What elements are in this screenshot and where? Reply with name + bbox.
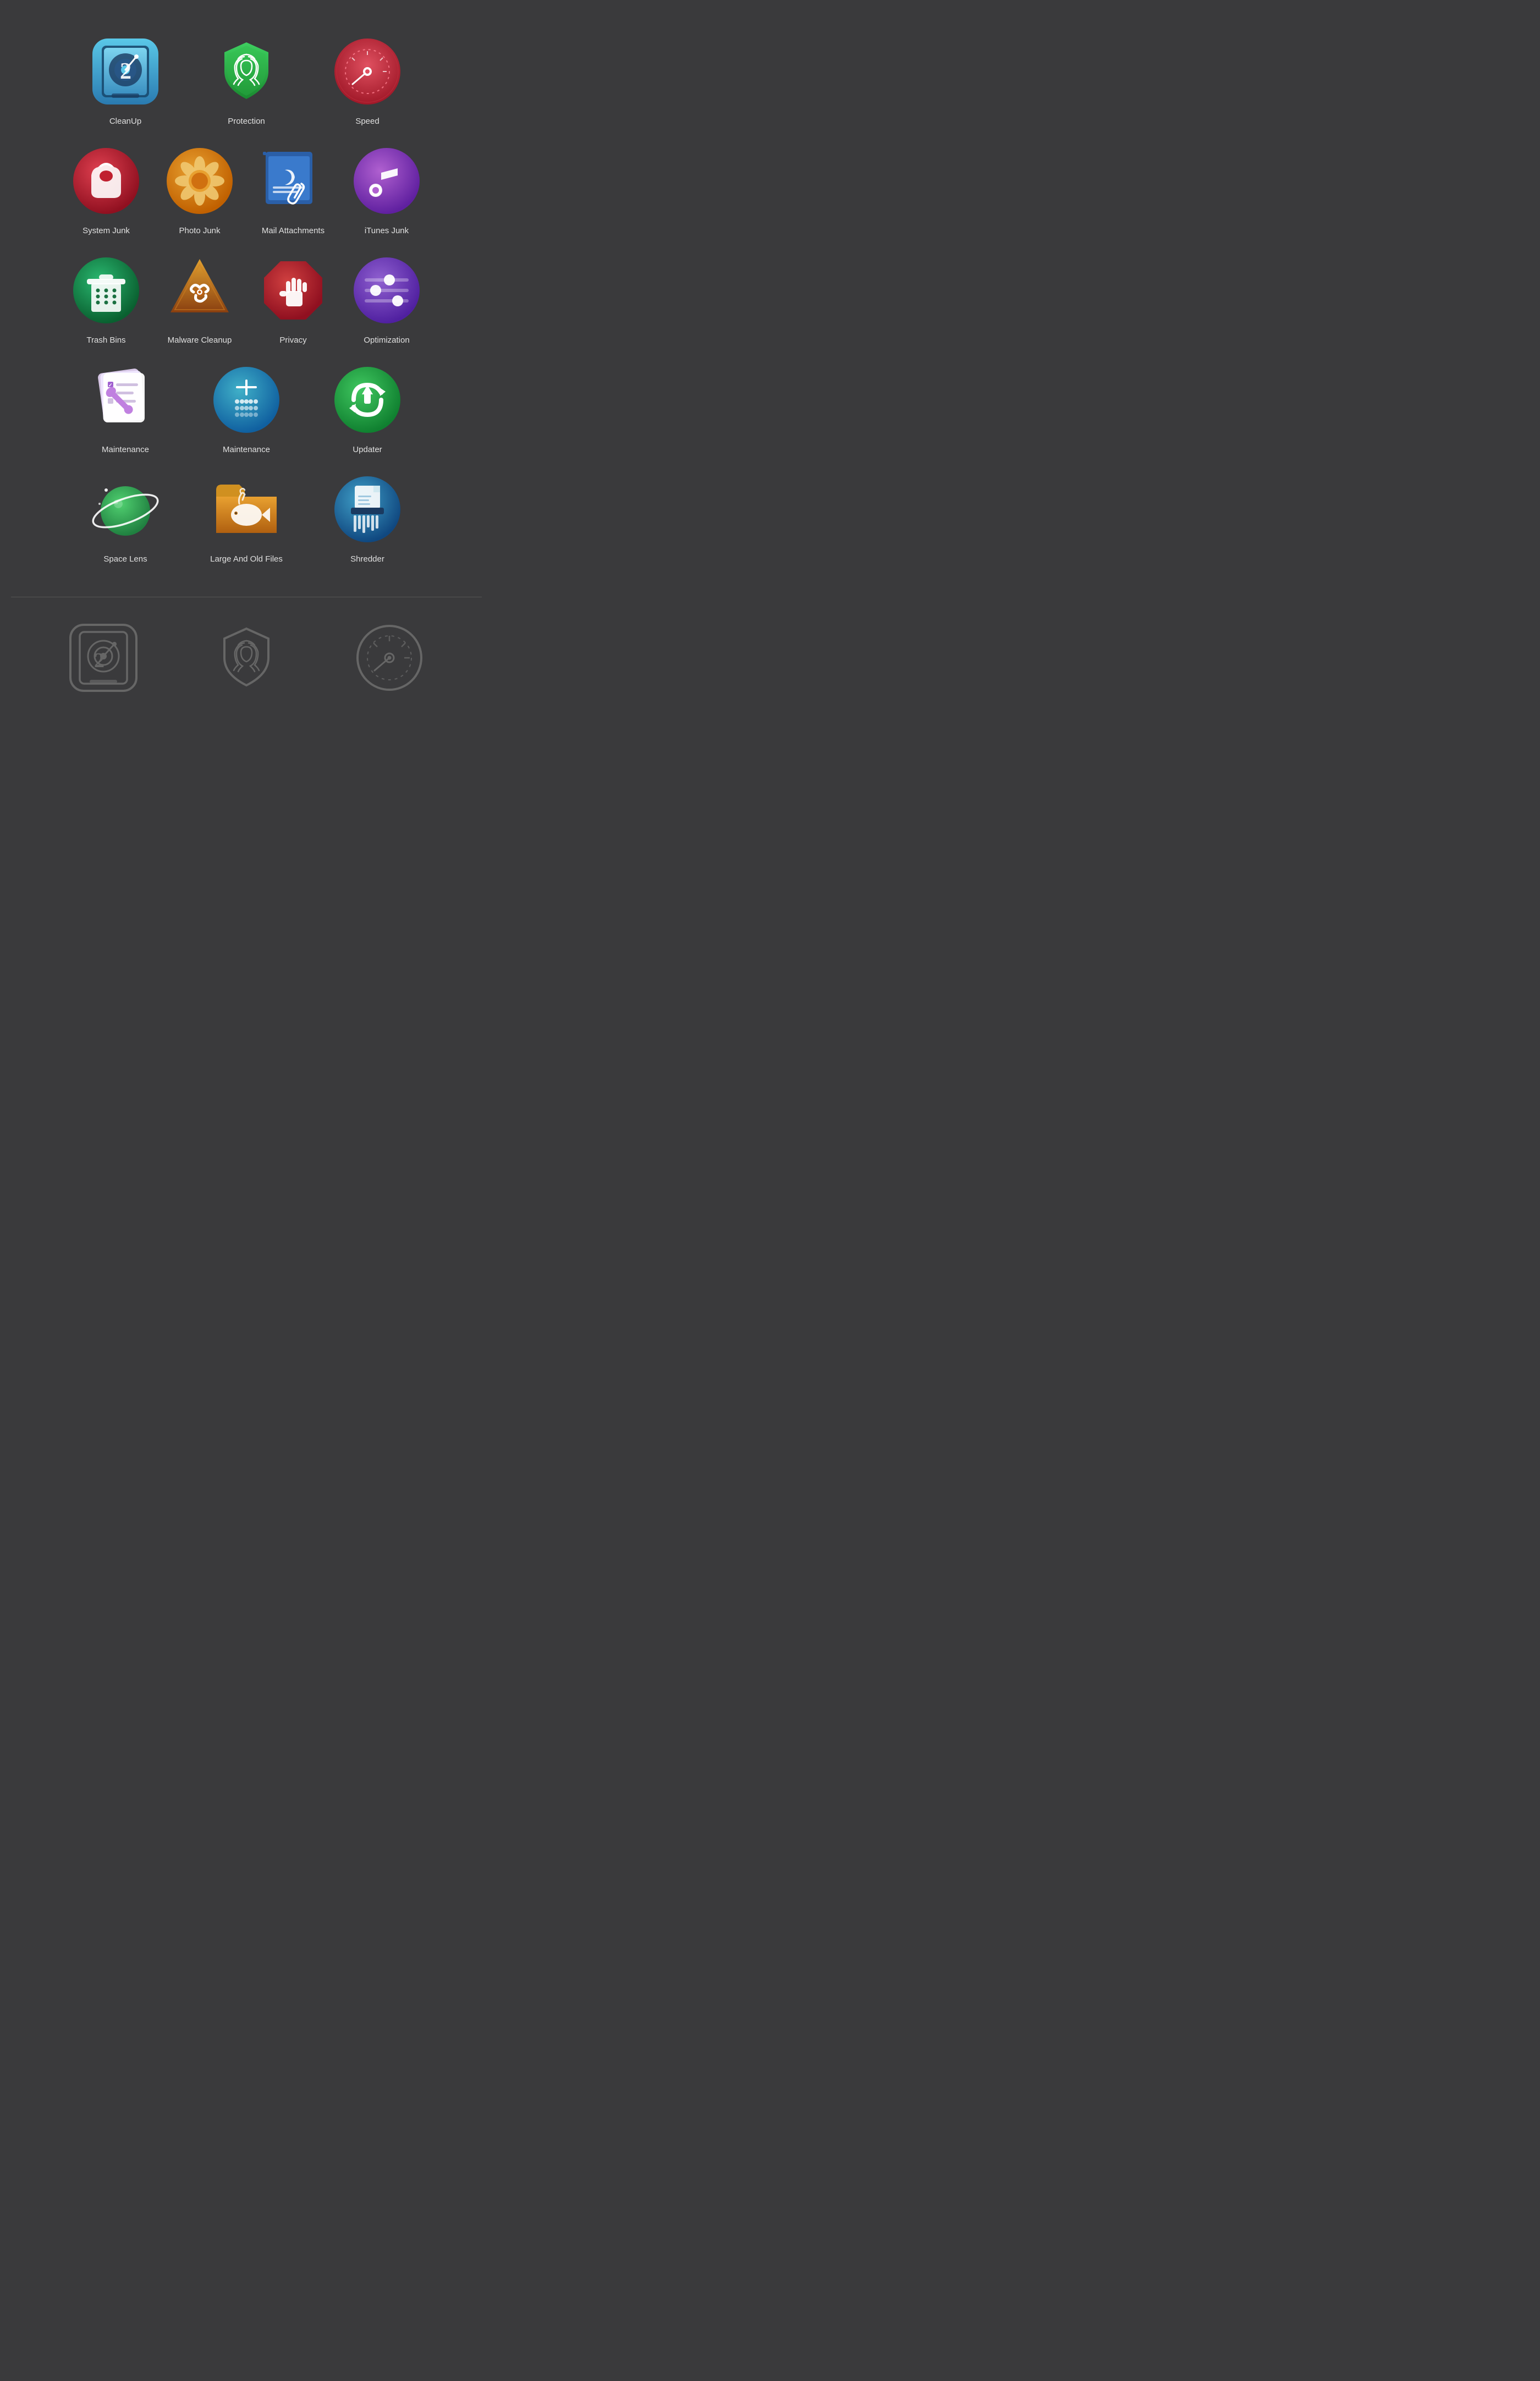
system-junk-label: System Junk (82, 226, 130, 235)
icon-protection[interactable]: Protection (208, 33, 285, 126)
icon-trash-bins[interactable]: Trash Bins (68, 252, 145, 345)
svg-text:✓: ✓ (108, 382, 113, 388)
bottom-speed-icon (351, 619, 428, 696)
bottom-cleanup-icon: 2 (65, 619, 142, 696)
cleanup-label: CleanUp (109, 117, 141, 126)
icon-privacy[interactable]: Privacy (255, 252, 332, 345)
icon-itunes-junk[interactable]: iTunes Junk (348, 142, 425, 235)
icon-updater[interactable]: Updater (329, 361, 406, 454)
icon-speed[interactable]: Speed (329, 33, 406, 126)
svg-text:2: 2 (94, 649, 105, 672)
privacy-label: Privacy (279, 336, 306, 345)
speed-label: Speed (355, 117, 379, 126)
maintenance1-label: Maintenance (102, 445, 149, 454)
icon-system-junk[interactable]: System Junk (68, 142, 145, 235)
icon-photo-junk[interactable]: Photo Junk (161, 142, 238, 235)
icon-space-lens[interactable]: Space Lens (87, 471, 164, 564)
icon-maintenance1[interactable]: ✓ ✓ Maintenance (87, 361, 164, 454)
icon-cleanup[interactable]: 2 CleanUp (87, 33, 164, 126)
maintenance2-label: Maintenance (223, 445, 270, 454)
icon-maintenance2[interactable]: Maintenance (208, 361, 285, 454)
mail-attachments-label: Mail Attachments (262, 226, 324, 235)
protection-label: Protection (228, 117, 265, 126)
optimization-label: Optimization (364, 336, 409, 345)
main-section: 2 CleanUp (0, 0, 493, 597)
shredder-label: Shredder (350, 554, 384, 564)
trash-bins-label: Trash Bins (86, 336, 125, 345)
large-old-files-label: Large And Old Files (210, 554, 283, 564)
icon-optimization[interactable]: Optimization (348, 252, 425, 345)
icon-malware-cleanup[interactable]: Malware Cleanup (161, 252, 238, 345)
icon-shredder[interactable]: Shredder (329, 471, 406, 564)
space-lens-label: Space Lens (103, 554, 147, 564)
bottom-protection-icon (208, 619, 285, 696)
svg-text:2: 2 (120, 59, 131, 84)
updater-label: Updater (353, 445, 382, 454)
itunes-junk-label: iTunes Junk (365, 226, 409, 235)
bottom-section: 2 (0, 597, 493, 718)
icon-large-old-files[interactable]: Large And Old Files (208, 471, 285, 564)
photo-junk-label: Photo Junk (179, 226, 220, 235)
icon-mail-attachments[interactable]: Mail Attachments (255, 142, 332, 235)
malware-cleanup-label: Malware Cleanup (168, 336, 232, 345)
